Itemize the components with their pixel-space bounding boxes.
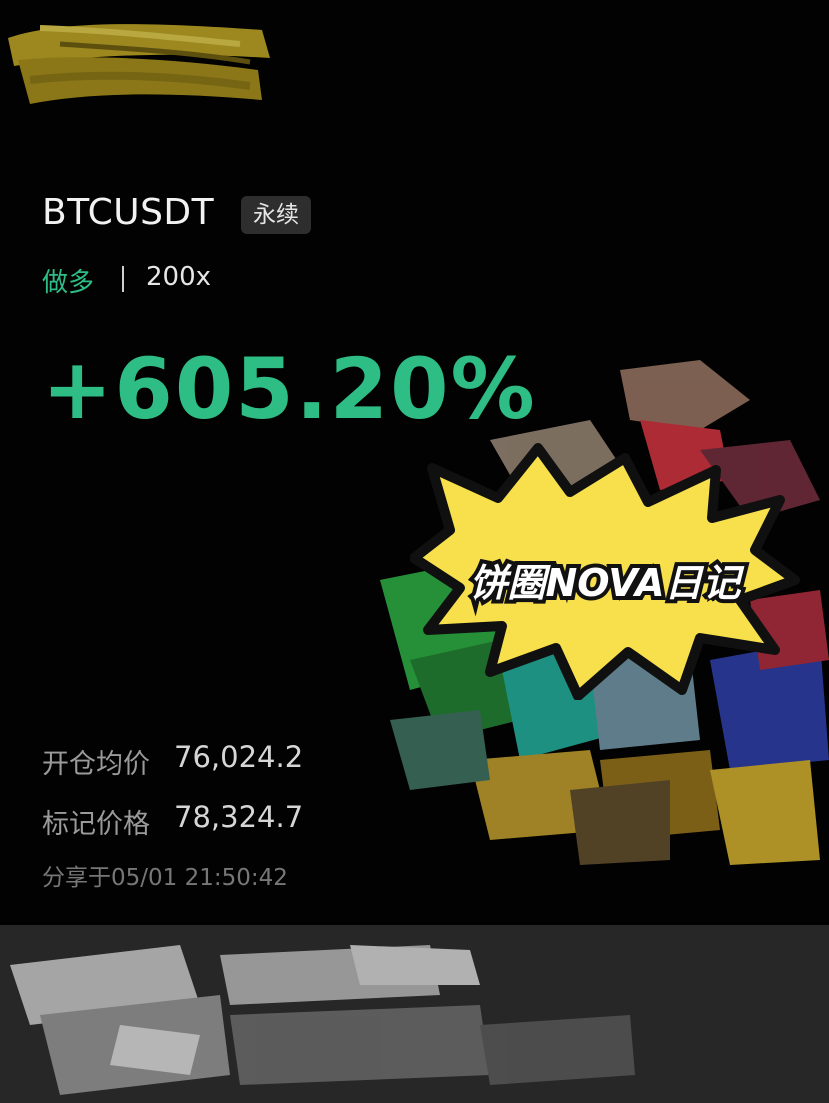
direction-label: 做多 (42, 268, 95, 298)
divider (122, 266, 124, 292)
mark-price-value: 78,324.7 (174, 800, 304, 834)
mark-price-label: 标记价格 (42, 809, 150, 840)
yellow-brush-stroke (8, 24, 270, 104)
entry-price-value: 76,024.2 (174, 740, 304, 774)
white-brush-stroke (10, 945, 635, 1095)
shared-at-value: 05/01 21:50:42 (111, 865, 288, 891)
watermark-text: 饼圈NOVA日记 (470, 561, 745, 605)
shared-at-label: 分享于 (42, 865, 111, 891)
leverage-label: 200x (146, 262, 212, 292)
entry-price-label: 开仓均价 (42, 749, 150, 780)
watermark-burst: 饼圈NOVA日记 (410, 443, 800, 700)
shared-at: 分享于05/01 21:50:42 (42, 858, 288, 892)
share-card: BTCUSDT 永续 做多 200x +605.20% 饼圈NOVA日记 开仓均… (0, 0, 829, 925)
symbol: BTCUSDT (42, 192, 215, 233)
contract-type-badge: 永续 (241, 196, 311, 234)
